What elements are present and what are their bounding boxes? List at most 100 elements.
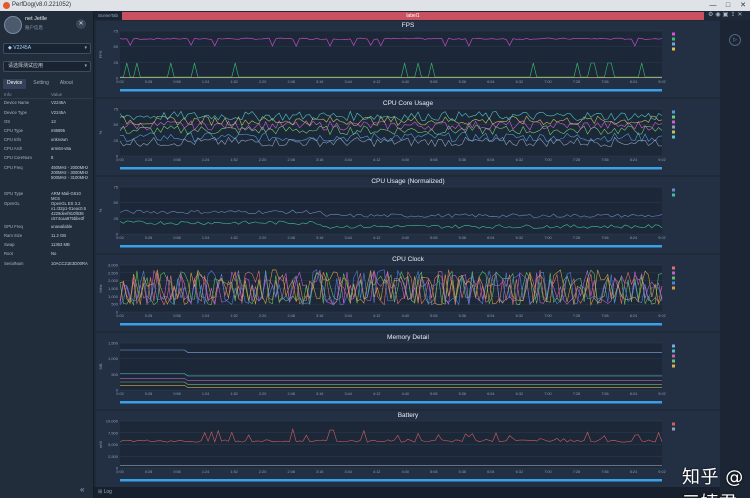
sidebar: net Jetlle 账户信息 ✕ ◆ V2245A ▾ 请选择测试应用 ▾ Dev… (0, 11, 94, 498)
x-tick-label: 7:28 (573, 314, 580, 318)
x-tick-label: 9:02 (658, 470, 665, 474)
chart-plot[interactable]: 10,0007,5005,0002,5000mW0:00 0:28 0:56 1:24… (96, 411, 720, 487)
sidebar-close-button[interactable]: ✕ (76, 19, 86, 29)
info-key: GPU Freq (4, 224, 23, 229)
x-tick-label: 1:24 (202, 470, 209, 474)
chart-battery[interactable]: Battery 10,000 7,500 5,000 2,500 0 mW 0:00 0:28 0… (96, 411, 720, 487)
x-tick-label: 7:28 (573, 392, 580, 396)
x-tick-label: 7:28 (573, 236, 580, 240)
x-tick-label: 7:56 (601, 236, 608, 240)
x-tick-label: 3:44 (345, 470, 352, 474)
info-key: Root (4, 251, 13, 256)
x-tick-label: 5:08 (430, 158, 437, 162)
scene-tab[interactable]: SceneTab (94, 11, 122, 20)
screenshot-icon[interactable]: ▣ (723, 11, 729, 20)
x-tick-label: 5:08 (430, 314, 437, 318)
x-tick-label: 2:48 (287, 236, 294, 240)
x-tick-label: 7:28 (573, 470, 580, 474)
avatar[interactable] (4, 16, 22, 34)
tab-setting[interactable]: Setting (29, 79, 53, 89)
x-tick-label: 4:12 (373, 470, 380, 474)
x-tick-label: 5:36 (459, 392, 466, 396)
time-range-scrollbar (120, 167, 662, 170)
y-axis-label: % (98, 208, 103, 212)
legend-swatch (672, 266, 675, 270)
y-tick-label: 2,500 (108, 454, 119, 459)
y-axis-label: FPS (98, 50, 103, 58)
x-tick-label: 2:20 (259, 80, 266, 84)
chart-plot[interactable]: 1,5001,0005000MB0:00 0:28 0:56 1:24 1:52 2:20… (96, 333, 720, 409)
x-tick-label: 1:52 (230, 158, 237, 162)
x-tick-label: 2:48 (287, 392, 294, 396)
settings-icon[interactable]: ⚙ (708, 11, 713, 20)
x-tick-label: 1:24 (202, 158, 209, 162)
x-tick-label: 2:20 (259, 470, 266, 474)
info-value: 10ACC21E3D00RA (51, 261, 88, 266)
window-title: PerfDog(v8.0.221052) (12, 2, 72, 8)
location-icon[interactable]: ◉ (715, 11, 720, 20)
y-axis-label: mW (98, 441, 103, 448)
label-bar[interactable]: label1 (122, 12, 704, 20)
app-selector-placeholder: 请选择测试应用 (8, 63, 44, 69)
x-tick-label: 8:24 (630, 392, 637, 396)
chart-plot[interactable]: 3,0002,5002,0001,5001,0005000MHz0:00 0:28… (96, 255, 720, 331)
x-tick-label: 7:56 (601, 158, 608, 162)
info-value: ARM Mali-G610 MC6 (51, 191, 81, 201)
sidebar-tabs: Device Setting About (3, 79, 91, 89)
device-selector-value: V2245A (13, 45, 32, 51)
x-tick-label: 2:20 (259, 392, 266, 396)
legend-swatch (672, 281, 675, 285)
x-tick-label: 0:56 (173, 158, 180, 162)
info-value: No (51, 251, 57, 256)
chart-cpu-usage-normalized[interactable]: CPU Usage (Normalized) 75 50 25 0% 0:00 0:28 0:… (96, 177, 720, 253)
y-tick-label: 10,000 (106, 419, 119, 424)
x-tick-label: 8:24 (630, 236, 637, 240)
chart-plot[interactable]: 7550250%0:00 0:28 0:56 1:24 1:52 2:20 2:48 3:16… (96, 177, 720, 253)
app-selector[interactable]: 请选择测试应用 ▾ (3, 61, 91, 72)
export-icon[interactable]: ⇪ (730, 11, 735, 20)
tab-device[interactable]: Device (3, 79, 27, 89)
x-tick-label: 7:28 (573, 158, 580, 162)
x-tick-label: 7:00 (544, 314, 551, 318)
chart-memory-detail[interactable]: Memory Detail 1,500 1,000 500 0 MB 0:00 0:28 0:5… (96, 333, 720, 409)
legend-swatch (672, 422, 675, 426)
close-window-button[interactable]: ✕ (736, 0, 750, 11)
tab-about[interactable]: About (56, 79, 77, 89)
chart-fps[interactable]: FPS 75 50 25 0 FPS 0:00 0:28 0:56 1:24 1:52 2:20 2:4… (96, 21, 720, 97)
info-table-header: Info Value (0, 91, 93, 99)
device-selector[interactable]: ◆ V2245A ▾ (3, 43, 91, 54)
info-key: CPU Type (4, 128, 24, 133)
y-tick-label: 1,500 (108, 341, 119, 346)
y-tick-label: 1,500 (108, 286, 119, 291)
x-tick-label: 2:20 (259, 158, 266, 162)
plot-area (120, 187, 662, 234)
account-info-link[interactable]: 账户信息 (25, 25, 43, 31)
x-tick-label: 2:48 (287, 314, 294, 318)
x-tick-label: 7:56 (601, 80, 608, 84)
chart-plot[interactable]: 7550250FPS0:00 0:28 0:56 1:24 1:52 2:20 2:48 3:… (96, 21, 720, 97)
chart-cpu-core-usage[interactable]: CPU Core Usage 75 50 25 0% 0:00 0:28 0:56 1:24 1:… (96, 99, 720, 175)
maximize-button[interactable]: □ (721, 0, 735, 11)
x-tick-label: 9:02 (658, 236, 665, 240)
minimize-button[interactable]: — (706, 0, 720, 11)
x-tick-label: 6:32 (516, 80, 523, 84)
x-tick-label: 5:08 (430, 470, 437, 474)
legend-swatch (672, 349, 675, 353)
log-bar[interactable]: ⊞ Log (94, 487, 720, 498)
x-tick-label: 0:00 (116, 158, 123, 162)
chart-plot[interactable]: 7550250%0:00 0:28 0:56 1:24 1:52 2:20 2:48 3:16… (96, 99, 720, 175)
x-tick-label: 0:00 (116, 392, 123, 396)
info-value: 11.2 GB (51, 233, 67, 238)
chart-cpu-clock[interactable]: CPU Clock 3,000 2,500 2,000 1,500 1,000 500 0 MH… (96, 255, 720, 331)
x-tick-label: 6:32 (516, 158, 523, 162)
info-value: 450MHz - 2000MHz 200MHz - 3000MHz 500MHz… (51, 165, 89, 180)
info-value: OpenGL ES 3.2 v1.r32p1-01eac0.5 4229deef… (51, 201, 86, 221)
info-value: arm64-v8a (51, 146, 72, 151)
legend-swatch (672, 271, 675, 275)
collapse-sidebar-icon[interactable]: « (80, 485, 84, 494)
x-tick-label: 0:56 (173, 314, 180, 318)
x-tick-label: 4:12 (373, 158, 380, 162)
top-toolbar: ⚙ ◉ ▣ ⇪ ✕ (708, 11, 742, 20)
delete-icon[interactable]: ✕ (737, 11, 742, 20)
play-button[interactable]: ▷ (729, 34, 741, 46)
